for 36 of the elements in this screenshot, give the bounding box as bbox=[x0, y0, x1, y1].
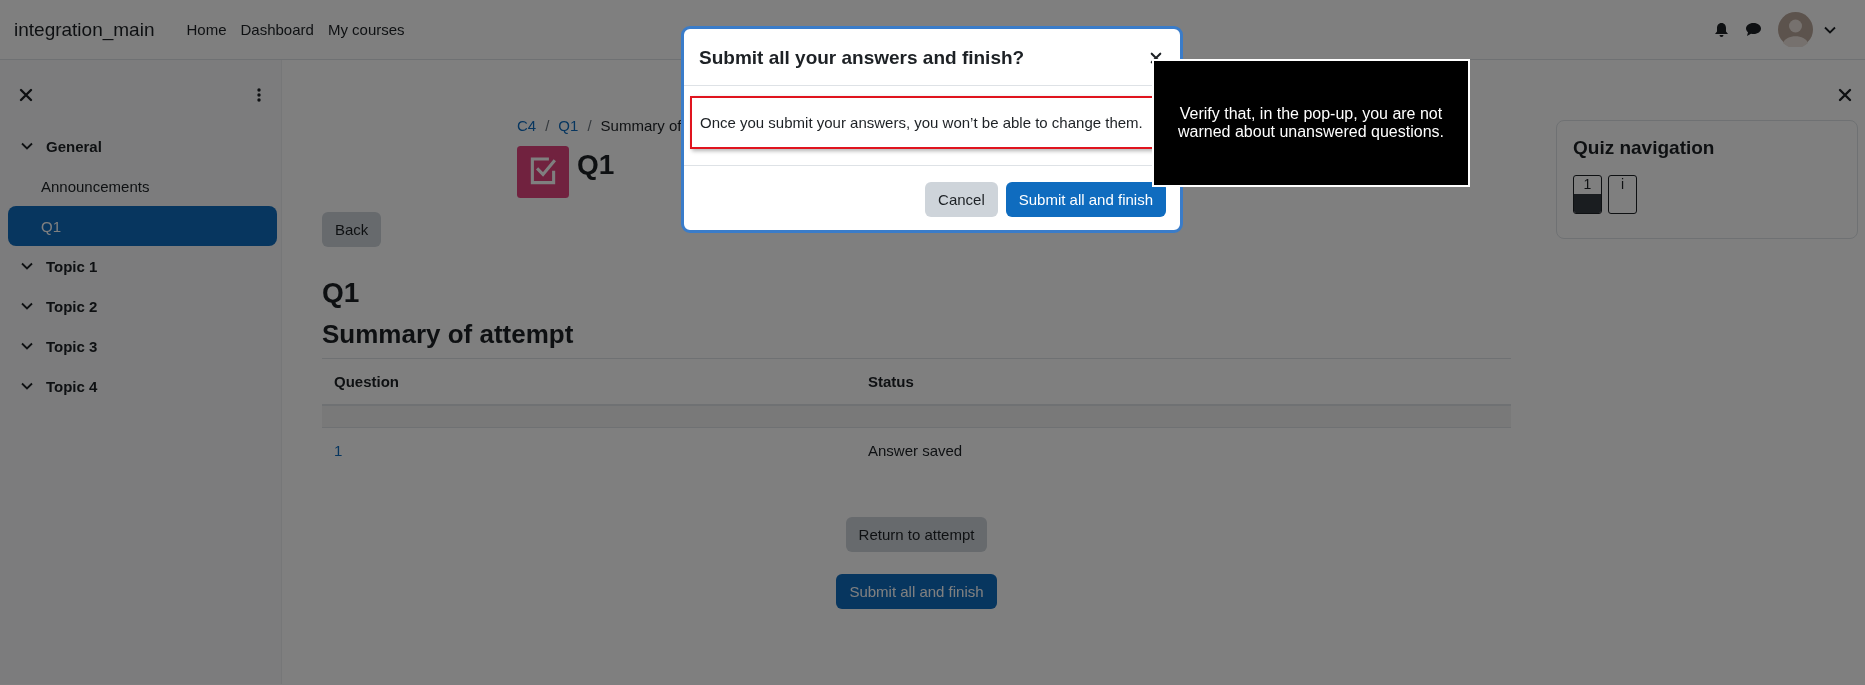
nav-link[interactable]: Dashboard bbox=[240, 17, 314, 42]
section-title[interactable]: Topic 3 bbox=[46, 337, 98, 355]
bell-icon[interactable] bbox=[1714, 21, 1729, 38]
site-name[interactable]: integration_main bbox=[14, 18, 155, 41]
cancel-button[interactable]: Cancel bbox=[925, 182, 998, 217]
nav-link[interactable]: Home bbox=[186, 17, 227, 42]
subheading: Summary of attempt bbox=[322, 319, 575, 350]
return-button[interactable]: Return to attempt bbox=[845, 517, 988, 552]
section-title[interactable]: General bbox=[46, 137, 102, 155]
breadcrumb-item[interactable]: C4 bbox=[517, 117, 537, 134]
section-title[interactable]: Topic 2 bbox=[46, 297, 98, 315]
dialog-title: Submit all your answers and finish? bbox=[699, 47, 1025, 69]
section-title[interactable]: Topic 4 bbox=[46, 377, 98, 395]
nav-link[interactable]: My courses bbox=[327, 17, 405, 42]
status-text: Answer saved bbox=[868, 442, 963, 459]
quiz-icon bbox=[517, 146, 569, 198]
breadcrumb-item[interactable]: Q1 bbox=[558, 117, 579, 134]
question-button[interactable]: 1 bbox=[1573, 175, 1602, 214]
heading: Q1 bbox=[322, 277, 361, 309]
chat-icon[interactable] bbox=[1745, 22, 1762, 37]
close-icon[interactable] bbox=[1150, 52, 1162, 64]
section-title[interactable]: Topic 1 bbox=[46, 257, 98, 275]
page-title: Q1 bbox=[577, 149, 615, 181]
breadcrumb-separator: / bbox=[587, 117, 592, 134]
breadcrumb-separator: / bbox=[545, 117, 550, 134]
back-button[interactable]: Back bbox=[322, 212, 382, 247]
question-link[interactable]: 1 bbox=[334, 442, 343, 459]
sidebar-item[interactable]: Announcements bbox=[8, 166, 277, 206]
more-icon[interactable] bbox=[257, 88, 261, 102]
submit-button[interactable]: Submit all and finish bbox=[1005, 182, 1166, 217]
breadcrumb-item: Summary of bbox=[600, 117, 682, 134]
card-title: Quiz navigation bbox=[1573, 137, 1716, 159]
question-button[interactable]: i bbox=[1608, 175, 1637, 214]
sidebar-item[interactable]: Q1 bbox=[8, 206, 277, 246]
instruction-note: Verify that, in the pop-up, you are not warned about unanswered questions. bbox=[1152, 59, 1470, 187]
submit-button[interactable]: Submit all and finish bbox=[836, 574, 997, 609]
